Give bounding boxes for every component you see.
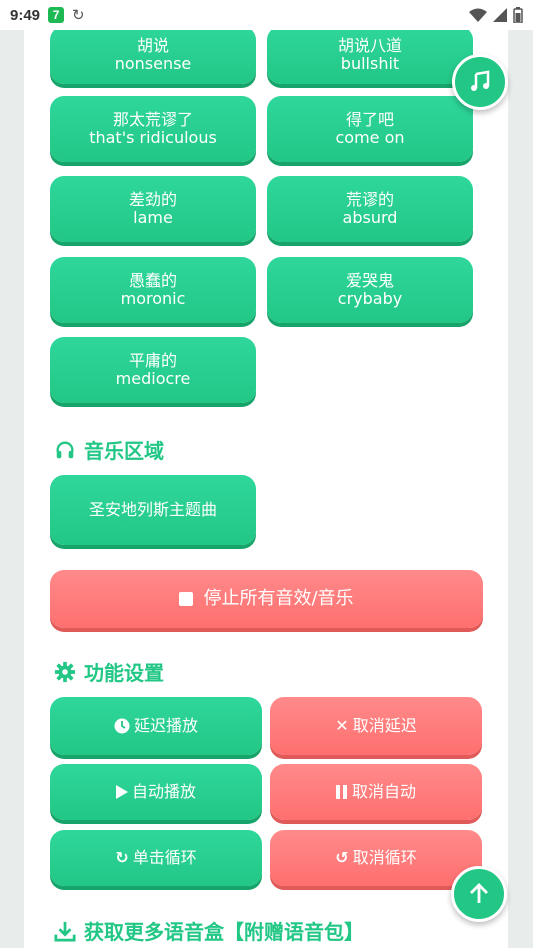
- settings-section-header: 功能设置: [54, 657, 164, 686]
- stop-all-label: 停止所有音效/音乐: [203, 588, 354, 609]
- status-bar: 9:49 7 ↻: [0, 0, 533, 30]
- phrase-button-ridiculous[interactable]: 那太荒谬了 that's ridiculous: [50, 96, 256, 162]
- single-loop-button[interactable]: ↻ 单击循环: [50, 830, 262, 886]
- cancel-auto-button[interactable]: 取消自动: [270, 764, 482, 820]
- delay-play-button[interactable]: 延迟播放: [50, 697, 262, 755]
- download-section-header[interactable]: 获取更多语音盒【附赠语音包】: [54, 916, 364, 945]
- cancel-auto-label: 取消自动: [351, 782, 416, 801]
- music-float-button[interactable]: [452, 54, 508, 110]
- status-time: 9:49: [10, 6, 41, 24]
- phrase-en: bullshit: [340, 54, 400, 73]
- phrase-zh: 平庸的: [128, 351, 177, 370]
- phrase-en: crybaby: [337, 289, 403, 308]
- redo-icon: ↻: [115, 848, 129, 867]
- phrase-button-moronic[interactable]: 愚蠢的 moronic: [50, 257, 256, 323]
- phrase-button-crybaby[interactable]: 爱哭鬼 crybaby: [267, 257, 473, 323]
- cancel-delay-button[interactable]: ✕ 取消延迟: [270, 697, 482, 755]
- phrase-zh: 荒谬的: [345, 190, 394, 209]
- close-icon: ✕: [335, 716, 349, 735]
- music-note-icon: [471, 70, 490, 91]
- settings-section-title: 功能设置: [84, 661, 164, 685]
- download-section-title: 获取更多语音盒【附赠语音包】: [84, 920, 364, 944]
- music-track-button[interactable]: 圣安地列斯主题曲: [50, 475, 256, 545]
- cancel-loop-label: 取消循环: [352, 848, 417, 867]
- phrase-button-lame[interactable]: 差劲的 lame: [50, 176, 256, 242]
- headphones-icon: [56, 441, 74, 458]
- phrase-en: come on: [335, 128, 405, 147]
- scroll-top-button[interactable]: [451, 866, 507, 922]
- cancel-delay-label: 取消延迟: [352, 716, 417, 735]
- wifi-icon: [469, 8, 487, 22]
- auto-play-button[interactable]: 自动播放: [50, 764, 262, 820]
- phrase-button-mediocre[interactable]: 平庸的 mediocre: [50, 337, 256, 403]
- cancel-loop-button[interactable]: ↺ 取消循环: [270, 830, 482, 886]
- sync-icon: ↻: [72, 7, 85, 24]
- phrase-zh: 差劲的: [128, 190, 177, 209]
- clock-icon: [114, 718, 130, 734]
- play-icon: [115, 785, 128, 799]
- phrase-en: moronic: [120, 289, 186, 308]
- phrase-zh: 爱哭鬼: [345, 271, 394, 290]
- stop-all-button[interactable]: 停止所有音效/音乐: [50, 570, 483, 628]
- phrase-zh: 得了吧: [345, 110, 394, 129]
- phrase-en: lame: [133, 208, 173, 227]
- undo-icon: ↺: [335, 848, 349, 867]
- phrase-button-nonsense[interactable]: 胡说 nonsense: [50, 30, 256, 84]
- music-section-title: 音乐区域: [84, 439, 164, 463]
- download-icon: [54, 921, 76, 942]
- phrase-button-bullshit[interactable]: 胡说八道 bullshit: [267, 30, 473, 84]
- battery-icon: [513, 7, 523, 23]
- main-panel: 胡说 nonsense 胡说八道 bullshit 那太荒谬了 that's r…: [24, 30, 508, 948]
- phrase-zh: 胡说: [136, 36, 169, 55]
- phrase-en: absurd: [342, 208, 398, 227]
- phrase-zh: 胡说八道: [337, 36, 402, 55]
- pause-icon: [335, 785, 347, 799]
- signal-icon: [493, 8, 507, 22]
- phrase-en: mediocre: [115, 369, 191, 388]
- phrase-button-absurd[interactable]: 荒谬的 absurd: [267, 176, 473, 242]
- auto-play-label: 自动播放: [131, 782, 196, 801]
- arrow-up-icon: [470, 883, 488, 903]
- app-notification-icon: 7: [48, 7, 65, 23]
- phrase-en: that's ridiculous: [89, 128, 217, 147]
- phrase-button-come-on[interactable]: 得了吧 come on: [267, 96, 473, 162]
- delay-play-label: 延迟播放: [133, 716, 198, 735]
- stop-icon: [179, 592, 194, 606]
- single-loop-label: 单击循环: [132, 848, 197, 867]
- phrase-en: nonsense: [114, 54, 192, 73]
- music-section-header: 音乐区域: [54, 435, 164, 464]
- music-track-label: 圣安地列斯主题曲: [88, 500, 217, 519]
- phrase-zh: 愚蠢的: [128, 271, 177, 290]
- phrase-zh: 那太荒谬了: [112, 110, 193, 129]
- gear-icon: [54, 661, 76, 682]
